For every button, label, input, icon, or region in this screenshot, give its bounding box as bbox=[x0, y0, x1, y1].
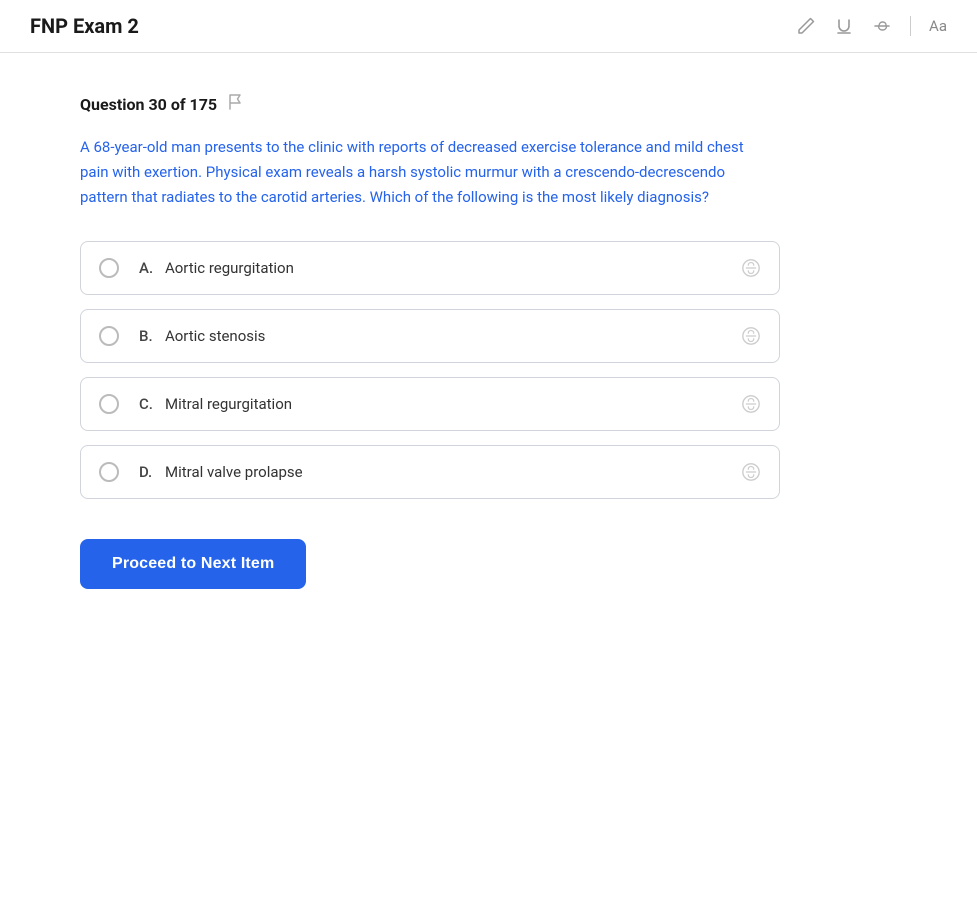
option-a-strikethrough-icon[interactable] bbox=[741, 258, 761, 278]
option-d-letter: D. bbox=[139, 463, 157, 481]
option-c-strikethrough-icon[interactable] bbox=[741, 394, 761, 414]
option-a-radio[interactable] bbox=[99, 258, 119, 278]
question-text: A 68-year-old man presents to the clinic… bbox=[80, 135, 760, 209]
option-c-text: Mitral regurgitation bbox=[165, 395, 761, 413]
strikethrough-icon[interactable] bbox=[872, 16, 892, 36]
main-content: Question 30 of 175 A 68-year-old man pre… bbox=[0, 53, 860, 629]
proceed-button[interactable]: Proceed to Next Item bbox=[80, 539, 306, 589]
question-header: Question 30 of 175 bbox=[80, 93, 780, 115]
option-b-text: Aortic stenosis bbox=[165, 327, 761, 345]
exam-title: FNP Exam 2 bbox=[30, 14, 139, 38]
option-b[interactable]: B. Aortic stenosis bbox=[80, 309, 780, 363]
option-d-strikethrough-icon[interactable] bbox=[741, 462, 761, 482]
options-list: A. Aortic regurgitation B. Aortic stenos… bbox=[80, 241, 780, 499]
option-b-letter: B. bbox=[139, 327, 157, 345]
option-c[interactable]: C. Mitral regurgitation bbox=[80, 377, 780, 431]
option-b-radio[interactable] bbox=[99, 326, 119, 346]
option-a-text: Aortic regurgitation bbox=[165, 259, 761, 277]
toolbar: Aa bbox=[796, 16, 947, 36]
option-c-radio[interactable] bbox=[99, 394, 119, 414]
header: FNP Exam 2 Aa bbox=[0, 0, 977, 53]
option-c-letter: C. bbox=[139, 395, 157, 413]
option-d[interactable]: D. Mitral valve prolapse bbox=[80, 445, 780, 499]
option-a[interactable]: A. Aortic regurgitation bbox=[80, 241, 780, 295]
option-b-strikethrough-icon[interactable] bbox=[741, 326, 761, 346]
option-a-letter: A. bbox=[139, 259, 157, 277]
question-number: Question 30 of 175 bbox=[80, 95, 217, 114]
underline-icon[interactable] bbox=[834, 16, 854, 36]
pencil-icon[interactable] bbox=[796, 16, 816, 36]
toolbar-divider bbox=[910, 16, 911, 36]
flag-icon[interactable] bbox=[227, 93, 245, 115]
option-d-text: Mitral valve prolapse bbox=[165, 463, 761, 481]
option-d-radio[interactable] bbox=[99, 462, 119, 482]
font-size-icon[interactable]: Aa bbox=[929, 17, 947, 35]
